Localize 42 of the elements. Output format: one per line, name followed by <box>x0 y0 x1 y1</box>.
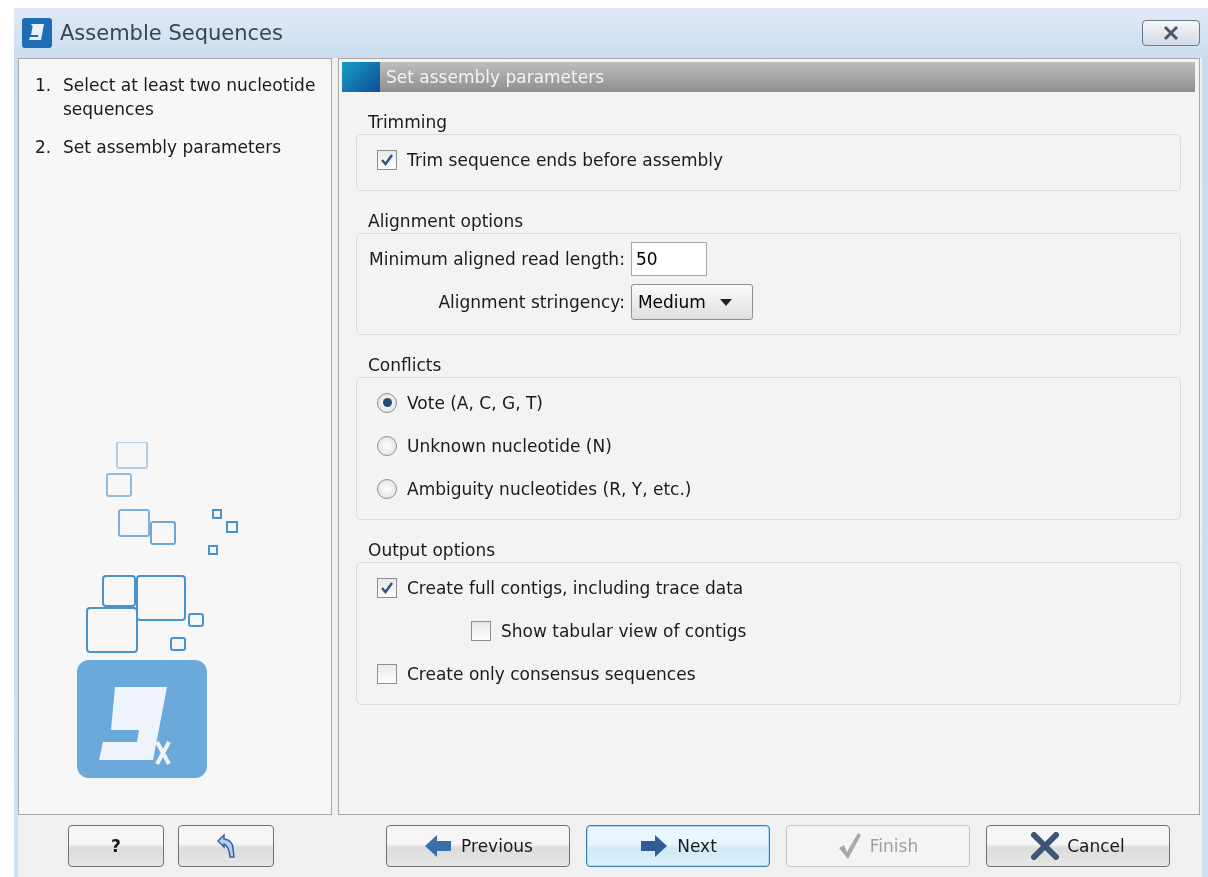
group-title: Output options <box>367 539 497 562</box>
step-label: Select at least two nucleotide sequences <box>63 74 317 121</box>
checkbox[interactable] <box>471 620 491 641</box>
step-number: 2. <box>35 136 53 159</box>
group-title: Alignment options <box>367 210 525 233</box>
step-number: 1. <box>35 74 53 97</box>
step-label: Set assembly parameters <box>63 136 283 159</box>
cross-icon <box>1031 832 1060 860</box>
group-title: Conflicts <box>367 354 443 377</box>
checkbox-label: Create full contigs, including trace data <box>407 577 744 598</box>
radio-label: Unknown nucleotide (N) <box>407 435 612 456</box>
dropdown-label: Alignment stringency: <box>437 292 625 312</box>
dropdown[interactable]: Medium <box>630 284 753 320</box>
radio-label: Ambiguity nucleotides (R, Y, etc.) <box>407 478 692 499</box>
app-logo-icon <box>22 18 52 48</box>
wizard-button[interactable]: Next <box>586 825 770 867</box>
checkbox-label: Create only consensus sequences <box>407 663 696 684</box>
window-title: Assemble Sequences <box>60 21 283 45</box>
checkbox[interactable] <box>377 577 397 598</box>
wizard-button[interactable]: Previous <box>386 825 570 867</box>
radio-button[interactable] <box>377 478 397 499</box>
input-field[interactable]: 50 <box>630 242 707 276</box>
checkbox-label: Show tabular view of contigs <box>501 620 747 641</box>
group-title: Trimming <box>367 111 448 134</box>
radio-label: Vote (A, C, G, T) <box>407 392 543 413</box>
checkbox-label: Trim sequence ends before assembly <box>407 149 723 170</box>
wizard-button[interactable]: Cancel <box>986 825 1170 867</box>
radio-button[interactable] <box>377 392 397 413</box>
radio-button[interactable] <box>377 435 397 456</box>
checkbox[interactable] <box>377 149 397 170</box>
close-icon <box>1161 25 1181 41</box>
page-header: Set assembly parameters <box>385 67 605 87</box>
caret-icon <box>719 298 732 306</box>
curved-arrow-icon <box>215 833 237 859</box>
help-button[interactable]: ? <box>68 825 164 867</box>
field-label: Minimum aligned read length: <box>369 249 625 269</box>
header-accent <box>342 62 380 92</box>
left-arrow-icon <box>423 833 454 859</box>
checkbox[interactable] <box>377 663 397 684</box>
restore-button[interactable] <box>178 825 274 867</box>
checkmark-icon <box>837 832 862 860</box>
close-button[interactable] <box>1142 20 1200 46</box>
